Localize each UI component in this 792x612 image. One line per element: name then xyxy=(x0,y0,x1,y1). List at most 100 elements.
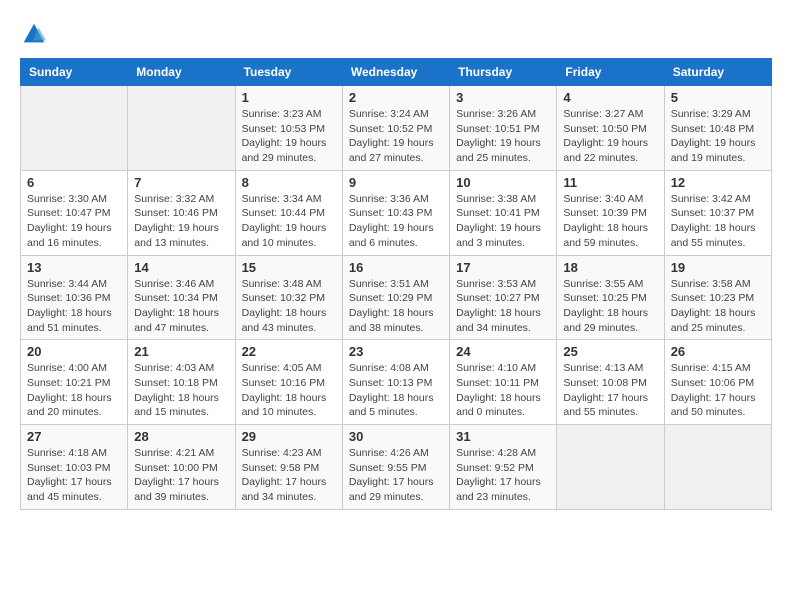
day-number: 8 xyxy=(242,175,336,190)
calendar-header: SundayMondayTuesdayWednesdayThursdayFrid… xyxy=(21,59,772,86)
day-detail: Sunrise: 4:18 AM Sunset: 10:03 PM Daylig… xyxy=(27,446,121,505)
day-detail: Sunrise: 3:36 AM Sunset: 10:43 PM Daylig… xyxy=(349,192,443,251)
day-detail: Sunrise: 3:34 AM Sunset: 10:44 PM Daylig… xyxy=(242,192,336,251)
logo xyxy=(20,20,52,48)
day-number: 9 xyxy=(349,175,443,190)
page-header xyxy=(20,20,772,48)
day-number: 17 xyxy=(456,260,550,275)
calendar-cell: 13 Sunrise: 3:44 AM Sunset: 10:36 PM Dayl… xyxy=(21,255,128,340)
header-sunday: Sunday xyxy=(21,59,128,86)
day-number: 10 xyxy=(456,175,550,190)
calendar-table: SundayMondayTuesdayWednesdayThursdayFrid… xyxy=(20,58,772,510)
day-number: 22 xyxy=(242,344,336,359)
calendar-cell: 9 Sunrise: 3:36 AM Sunset: 10:43 PM Dayli… xyxy=(342,170,449,255)
day-detail: Sunrise: 3:53 AM Sunset: 10:27 PM Daylig… xyxy=(456,277,550,336)
day-detail: Sunrise: 3:44 AM Sunset: 10:36 PM Daylig… xyxy=(27,277,121,336)
day-detail: Sunrise: 3:58 AM Sunset: 10:23 PM Daylig… xyxy=(671,277,765,336)
calendar-cell: 23Sunrise: 4:08 AM Sunset: 10:13 PM Dayl… xyxy=(342,340,449,425)
calendar-cell: 4 Sunrise: 3:27 AM Sunset: 10:50 PM Dayli… xyxy=(557,86,664,171)
calendar-cell: 20Sunrise: 4:00 AM Sunset: 10:21 PM Dayl… xyxy=(21,340,128,425)
day-number: 19 xyxy=(671,260,765,275)
calendar-cell: 6 Sunrise: 3:30 AM Sunset: 10:47 PM Dayli… xyxy=(21,170,128,255)
calendar-cell: 14 Sunrise: 3:46 AM Sunset: 10:34 PM Dayl… xyxy=(128,255,235,340)
day-detail: Sunrise: 4:23 AM Sunset: 9:58 PM Dayligh… xyxy=(242,446,336,505)
day-detail: Sunrise: 4:03 AM Sunset: 10:18 PM Daylig… xyxy=(134,361,228,420)
day-number: 15 xyxy=(242,260,336,275)
calendar-cell: 19 Sunrise: 3:58 AM Sunset: 10:23 PM Dayl… xyxy=(664,255,771,340)
calendar-cell: 26Sunrise: 4:15 AM Sunset: 10:06 PM Dayl… xyxy=(664,340,771,425)
day-number: 29 xyxy=(242,429,336,444)
calendar-cell: 22 Sunrise: 4:05 AM Sunset: 10:16 PM Dayl… xyxy=(235,340,342,425)
calendar-cell: 29 Sunrise: 4:23 AM Sunset: 9:58 PM Dayli… xyxy=(235,425,342,510)
day-number: 30 xyxy=(349,429,443,444)
day-detail: Sunrise: 3:46 AM Sunset: 10:34 PM Daylig… xyxy=(134,277,228,336)
day-detail: Sunrise: 3:38 AM Sunset: 10:41 PM Daylig… xyxy=(456,192,550,251)
day-detail: Sunrise: 4:15 AM Sunset: 10:06 PM Daylig… xyxy=(671,361,765,420)
calendar-cell: 21 Sunrise: 4:03 AM Sunset: 10:18 PM Dayl… xyxy=(128,340,235,425)
calendar-cell: 10 Sunrise: 3:38 AM Sunset: 10:41 PM Dayl… xyxy=(450,170,557,255)
day-number: 13 xyxy=(27,260,121,275)
day-detail: Sunrise: 3:26 AM Sunset: 10:51 PM Daylig… xyxy=(456,107,550,166)
day-detail: Sunrise: 3:24 AM Sunset: 10:52 PM Daylig… xyxy=(349,107,443,166)
day-detail: Sunrise: 4:21 AM Sunset: 10:00 PM Daylig… xyxy=(134,446,228,505)
day-detail: Sunrise: 4:26 AM Sunset: 9:55 PM Dayligh… xyxy=(349,446,443,505)
day-number: 23 xyxy=(349,344,443,359)
day-number: 4 xyxy=(563,90,657,105)
calendar-cell: 2 Sunrise: 3:24 AM Sunset: 10:52 PM Dayli… xyxy=(342,86,449,171)
day-number: 6 xyxy=(27,175,121,190)
day-detail: Sunrise: 4:28 AM Sunset: 9:52 PM Dayligh… xyxy=(456,446,550,505)
day-detail: Sunrise: 3:55 AM Sunset: 10:25 PM Daylig… xyxy=(563,277,657,336)
calendar-cell: 31 Sunrise: 4:28 AM Sunset: 9:52 PM Dayli… xyxy=(450,425,557,510)
calendar-cell: 24 Sunrise: 4:10 AM Sunset: 10:11 PM Dayl… xyxy=(450,340,557,425)
day-number: 27 xyxy=(27,429,121,444)
header-tuesday: Tuesday xyxy=(235,59,342,86)
day-detail: Sunrise: 4:10 AM Sunset: 10:11 PM Daylig… xyxy=(456,361,550,420)
day-detail: Sunrise: 3:30 AM Sunset: 10:47 PM Daylig… xyxy=(27,192,121,251)
calendar-cell: 1Sunrise: 3:23 AM Sunset: 10:53 PM Dayli… xyxy=(235,86,342,171)
calendar-cell: 12 Sunrise: 3:42 AM Sunset: 10:37 PM Dayl… xyxy=(664,170,771,255)
day-number: 14 xyxy=(134,260,228,275)
week-row-4: 20Sunrise: 4:00 AM Sunset: 10:21 PM Dayl… xyxy=(21,340,772,425)
day-detail: Sunrise: 4:00 AM Sunset: 10:21 PM Daylig… xyxy=(27,361,121,420)
day-number: 3 xyxy=(456,90,550,105)
calendar-cell: 16 Sunrise: 3:51 AM Sunset: 10:29 PM Dayl… xyxy=(342,255,449,340)
calendar-cell: 7 Sunrise: 3:32 AM Sunset: 10:46 PM Dayli… xyxy=(128,170,235,255)
header-monday: Monday xyxy=(128,59,235,86)
day-number: 7 xyxy=(134,175,228,190)
day-number: 18 xyxy=(563,260,657,275)
day-number: 11 xyxy=(563,175,657,190)
day-detail: Sunrise: 4:13 AM Sunset: 10:08 PM Daylig… xyxy=(563,361,657,420)
day-detail: Sunrise: 4:05 AM Sunset: 10:16 PM Daylig… xyxy=(242,361,336,420)
header-wednesday: Wednesday xyxy=(342,59,449,86)
header-thursday: Thursday xyxy=(450,59,557,86)
calendar-cell xyxy=(664,425,771,510)
calendar-cell: 27 Sunrise: 4:18 AM Sunset: 10:03 PM Dayl… xyxy=(21,425,128,510)
header-saturday: Saturday xyxy=(664,59,771,86)
day-number: 31 xyxy=(456,429,550,444)
day-number: 2 xyxy=(349,90,443,105)
calendar-cell: 3 Sunrise: 3:26 AM Sunset: 10:51 PM Dayli… xyxy=(450,86,557,171)
day-detail: Sunrise: 3:27 AM Sunset: 10:50 PM Daylig… xyxy=(563,107,657,166)
day-detail: Sunrise: 3:23 AM Sunset: 10:53 PM Daylig… xyxy=(242,107,336,166)
day-detail: Sunrise: 3:40 AM Sunset: 10:39 PM Daylig… xyxy=(563,192,657,251)
day-detail: Sunrise: 3:32 AM Sunset: 10:46 PM Daylig… xyxy=(134,192,228,251)
calendar-cell: 25Sunrise: 4:13 AM Sunset: 10:08 PM Dayl… xyxy=(557,340,664,425)
calendar-body: 1Sunrise: 3:23 AM Sunset: 10:53 PM Dayli… xyxy=(21,86,772,510)
day-number: 16 xyxy=(349,260,443,275)
calendar-cell: 28Sunrise: 4:21 AM Sunset: 10:00 PM Dayl… xyxy=(128,425,235,510)
calendar-cell: 30 Sunrise: 4:26 AM Sunset: 9:55 PM Dayli… xyxy=(342,425,449,510)
day-number: 5 xyxy=(671,90,765,105)
day-detail: Sunrise: 3:51 AM Sunset: 10:29 PM Daylig… xyxy=(349,277,443,336)
calendar-cell: 11 Sunrise: 3:40 AM Sunset: 10:39 PM Dayl… xyxy=(557,170,664,255)
week-row-1: 1Sunrise: 3:23 AM Sunset: 10:53 PM Dayli… xyxy=(21,86,772,171)
day-number: 21 xyxy=(134,344,228,359)
day-detail: Sunrise: 3:29 AM Sunset: 10:48 PM Daylig… xyxy=(671,107,765,166)
calendar-cell xyxy=(21,86,128,171)
week-row-3: 13 Sunrise: 3:44 AM Sunset: 10:36 PM Dayl… xyxy=(21,255,772,340)
day-number: 12 xyxy=(671,175,765,190)
logo-icon xyxy=(20,20,48,48)
day-detail: Sunrise: 3:42 AM Sunset: 10:37 PM Daylig… xyxy=(671,192,765,251)
calendar-cell xyxy=(557,425,664,510)
day-number: 24 xyxy=(456,344,550,359)
calendar-cell: 17 Sunrise: 3:53 AM Sunset: 10:27 PM Dayl… xyxy=(450,255,557,340)
